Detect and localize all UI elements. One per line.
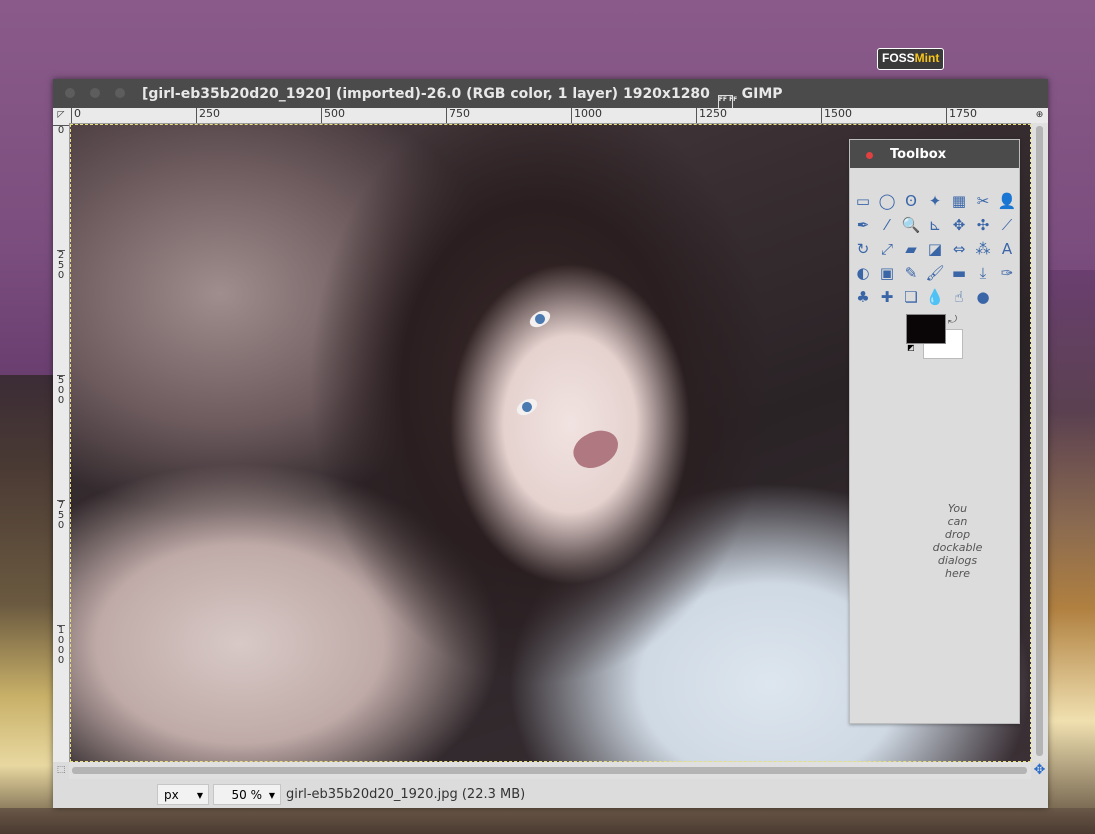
tool-text-icon[interactable]: A (997, 239, 1017, 259)
tool-rect-select-icon[interactable]: ▭ (853, 191, 873, 211)
tool-scissors-select-icon[interactable]: ✂ (973, 191, 993, 211)
ruler-tick: 1750 (946, 108, 977, 123)
toolbox-panel: Toolbox ▭ ◯ ʘ ✦ ▦ ✂ 👤 ✒ ⁄ 🔍 ⊾ ✥ ✣ ⟋ ↻ ⤢ ▰ ◪ ⇔ ⁂ A ◐ ▣ ✎ 🖌 ▬ ⤓ ✑ ♣ ✚ ❏ 💧… (849, 139, 1020, 724)
window-title-text: [girl-eb35b20d20_1920] (imported)-26.0 (… (142, 86, 710, 102)
close-button[interactable] (65, 88, 75, 98)
quick-mask-toggle-icon[interactable]: ⬚ (53, 762, 69, 779)
app-name: GIMP (741, 86, 783, 102)
tool-paths-icon[interactable]: ✒ (853, 215, 873, 235)
tool-shear-icon[interactable]: ▰ (901, 239, 921, 259)
vertical-ruler[interactable]: 0 250 500 750 1000 (53, 123, 70, 762)
toolbox-title: Toolbox (890, 147, 947, 162)
tool-select-by-color-icon[interactable]: ▦ (949, 191, 969, 211)
tool-rotate-icon[interactable]: ↻ (853, 239, 873, 259)
horizontal-ruler[interactable]: 0 250 500 750 1000 1250 1500 1750 (69, 108, 1031, 124)
tool-measure-icon[interactable]: ⊾ (925, 215, 945, 235)
tool-airbrush-icon[interactable]: ⤓ (973, 263, 993, 283)
ruler-tick: 1500 (821, 108, 852, 123)
tool-move-icon[interactable]: ✥ (949, 215, 969, 235)
ruler-tick: 1000 (571, 108, 602, 123)
ruler-corner[interactable]: ◸ (53, 108, 70, 124)
ruler-tick: 0 (53, 125, 69, 136)
desktop-background-bottom (0, 808, 1095, 834)
swap-colors-icon[interactable]: ⤾ (948, 313, 957, 327)
tool-smudge-icon[interactable]: ☝ (949, 287, 969, 307)
tool-eraser-icon[interactable]: ▬ (949, 263, 969, 283)
ruler-tick: 250 (57, 250, 65, 281)
ruler-tick: 1000 (57, 625, 65, 666)
tool-ink-icon[interactable]: ✑ (997, 263, 1017, 283)
ruler-tick: 500 (57, 375, 65, 406)
desktop-background-left (0, 375, 56, 834)
tool-cage-transform-icon[interactable]: ⁂ (973, 239, 993, 259)
unit-select[interactable]: px ▼ (157, 784, 209, 805)
tool-clone-icon[interactable]: ♣ (853, 287, 873, 307)
reset-colors-icon[interactable]: ◩ (907, 344, 916, 353)
tool-heal-icon[interactable]: ✚ (877, 287, 897, 307)
close-icon[interactable] (866, 152, 873, 159)
tool-perspective-icon[interactable]: ◪ (925, 239, 945, 259)
tool-free-select-icon[interactable]: ʘ (901, 191, 921, 211)
scroll-thumb[interactable] (1036, 126, 1043, 756)
tool-crop-icon[interactable]: ⟋ (997, 215, 1017, 235)
ruler-tick: 750 (446, 108, 470, 123)
zoom-value: 50 % (231, 788, 263, 802)
tool-perspective-clone-icon[interactable]: ❏ (901, 287, 921, 307)
unit-value: px (164, 788, 179, 802)
toolbox-title-bar[interactable]: Toolbox (850, 140, 1019, 168)
chevron-down-icon: ▼ (196, 791, 203, 800)
vertical-scrollbar[interactable] (1031, 123, 1048, 762)
chevron-down-icon: ▼ (268, 791, 275, 800)
ruler-tick: 500 (321, 108, 345, 123)
tool-bucket-fill-icon[interactable]: ◐ (853, 263, 873, 283)
navigate-icon[interactable]: ✥ (1031, 762, 1048, 779)
tool-pencil-icon[interactable]: ✎ (901, 263, 921, 283)
status-text: girl-eb35b20d20_1920.jpg (22.3 MB) (286, 787, 526, 802)
desktop-background-right (1048, 270, 1095, 834)
tool-flip-icon[interactable]: ⇔ (949, 239, 969, 259)
tool-align-icon[interactable]: ✣ (973, 215, 993, 235)
maximize-button[interactable] (115, 88, 125, 98)
zoom-fit-icon[interactable]: ⊕ (1031, 108, 1048, 123)
tool-ellipse-select-icon[interactable]: ◯ (877, 191, 897, 211)
ruler-tick: 0 (71, 108, 81, 123)
zoom-select[interactable]: 50 % ▼ (213, 784, 281, 805)
drop-hint: You can drop dockable dialogs here (932, 502, 983, 580)
tool-fuzzy-select-icon[interactable]: ✦ (925, 191, 945, 211)
tool-paintbrush-icon[interactable]: 🖌 (925, 263, 945, 283)
tool-blur-icon[interactable]: 💧 (925, 287, 945, 307)
status-bar: px ▼ 50 % ▼ girl-eb35b20d20_1920.jpg (22… (53, 779, 1048, 808)
foreground-color-swatch[interactable] (906, 314, 946, 344)
tool-zoom-icon[interactable]: 🔍 (901, 215, 921, 235)
scroll-thumb[interactable] (72, 767, 1027, 774)
title-bar[interactable]: [girl-eb35b20d20_1920] (imported)-26.0 (… (53, 79, 1048, 112)
tool-blend-icon[interactable]: ▣ (877, 263, 897, 283)
tool-color-picker-icon[interactable]: ⁄ (877, 215, 897, 235)
tool-scale-icon[interactable]: ⤢ (877, 239, 897, 259)
ruler-tick: 750 (57, 500, 65, 531)
tool-dodge-burn-icon[interactable]: ● (973, 287, 993, 307)
tool-foreground-select-icon[interactable]: 👤 (997, 191, 1017, 211)
brand-logo: FOSSMint (877, 48, 945, 70)
ruler-tick: 1250 (696, 108, 727, 123)
minimize-button[interactable] (90, 88, 100, 98)
horizontal-scrollbar[interactable] (69, 762, 1031, 779)
ruler-tick: 250 (196, 108, 220, 123)
